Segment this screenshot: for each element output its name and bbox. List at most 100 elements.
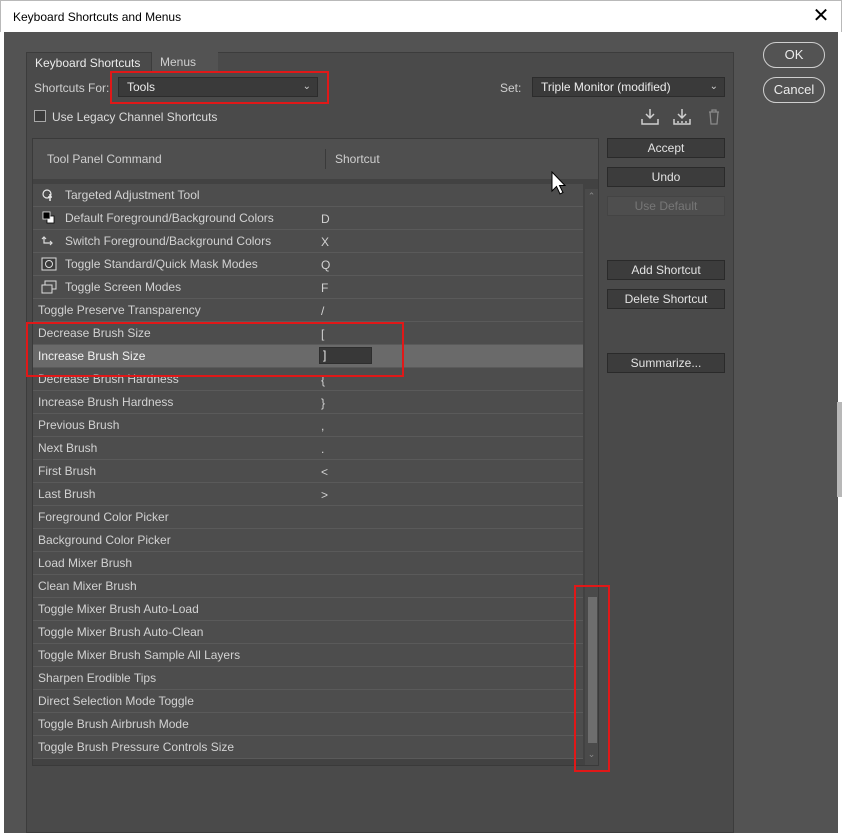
table-row[interactable]: Targeted Adjustment Tool	[33, 184, 583, 207]
scroll-up-icon[interactable]: ⌃	[585, 191, 598, 201]
legacy-channel-label: Use Legacy Channel Shortcuts	[52, 110, 218, 124]
row-shortcut-value: Q	[321, 258, 331, 272]
table-row[interactable]: Toggle Mixer Brush Auto-Clean	[33, 621, 583, 644]
table-row[interactable]: Default Foreground/Background Colors D	[33, 207, 583, 230]
shortcuts-table: Tool Panel Command Shortcut Targeted Adj…	[32, 138, 599, 766]
row-command-label: Previous Brush	[38, 418, 120, 432]
row-command-label: Increase Brush Hardness	[38, 395, 174, 409]
table-row[interactable]: Next Brush.	[33, 437, 583, 460]
table-row[interactable]: Toggle Brush Pressure Controls Size	[33, 736, 583, 759]
save-set-icon[interactable]	[640, 108, 660, 126]
table-row[interactable]: Load Mixer Brush	[33, 552, 583, 575]
row-command-label: Toggle Screen Modes	[65, 280, 182, 294]
row-shortcut-value: >	[321, 488, 329, 502]
row-command-label: Toggle Brush Pressure Controls Size	[38, 740, 235, 754]
row-shortcut-value: F	[321, 281, 329, 295]
row-command-label: Next Brush	[38, 441, 98, 455]
table-row[interactable]: Increase Brush Size]	[33, 345, 583, 368]
table-row[interactable]: Increase Brush Hardness}	[33, 391, 583, 414]
quick-mask-icon	[41, 257, 57, 271]
table-row[interactable]: Last Brush >	[33, 483, 583, 506]
undo-button[interactable]: Undo	[607, 167, 725, 187]
table-row[interactable]: Toggle Preserve Transparency /	[33, 299, 583, 322]
close-icon[interactable]: ✕	[809, 5, 833, 29]
table-row[interactable]: Previous Brush,	[33, 414, 583, 437]
row-command-label: Toggle Mixer Brush Auto-Load	[38, 602, 199, 616]
use-default-button[interactable]: Use Default	[607, 196, 725, 216]
screen-mode-icon	[41, 280, 57, 294]
row-command-label: Switch Foreground/Background Colors	[65, 234, 272, 248]
row-command-label: Toggle Mixer Brush Auto-Clean	[38, 625, 204, 639]
mouse-pointer-icon	[551, 170, 567, 197]
targeted-adjustment-icon	[41, 188, 57, 202]
shortcut-edit-value: ]	[323, 348, 327, 362]
add-shortcut-button[interactable]: Add Shortcut	[607, 260, 725, 280]
tab-keyboard-shortcuts[interactable]: Keyboard Shortcuts	[26, 52, 152, 72]
tab-menus[interactable]: Menus	[152, 52, 218, 72]
column-header-command: Tool Panel Command	[47, 152, 162, 166]
row-command-label: Increase Brush Size	[38, 349, 146, 363]
row-shortcut-value: X	[321, 235, 330, 249]
table-header: Tool Panel Command Shortcut	[33, 139, 598, 179]
window-scrollbar-thumb[interactable]	[837, 402, 842, 497]
table-scrollbar[interactable]: ⌃ ⌄	[585, 189, 598, 765]
row-shortcut-value: .	[321, 442, 325, 456]
accept-button[interactable]: Accept	[607, 138, 725, 158]
switch-colors-icon	[41, 234, 57, 248]
delete-shortcut-button[interactable]: Delete Shortcut	[607, 289, 725, 309]
dialog-body: Keyboard Shortcuts Menus Shortcuts For: …	[4, 32, 838, 833]
table-row[interactable]: Toggle Brush Airbrush Mode	[33, 713, 583, 736]
table-row[interactable]: Toggle Standard/Quick Mask Modes Q	[33, 253, 583, 276]
row-command-label: Load Mixer Brush	[38, 556, 133, 570]
row-shortcut-value: [	[321, 327, 325, 341]
row-command-label: Toggle Mixer Brush Sample All Layers	[38, 648, 241, 662]
legacy-channel-checkbox[interactable]	[34, 110, 46, 122]
row-command-label: Last Brush	[38, 487, 96, 501]
shortcuts-for-select[interactable]: Tools ⌄	[118, 77, 318, 97]
row-command-label: Toggle Preserve Transparency	[38, 303, 201, 317]
shortcuts-for-value: Tools	[127, 80, 156, 94]
table-row[interactable]: Toggle Screen Modes F	[33, 276, 583, 299]
table-row[interactable]: Clean Mixer Brush	[33, 575, 583, 598]
chevron-down-icon: ⌄	[302, 81, 311, 92]
table-row[interactable]: Direct Selection Mode Toggle	[33, 690, 583, 713]
table-row[interactable]: Decrease Brush Hardness {	[33, 368, 583, 391]
column-divider	[325, 149, 326, 169]
row-shortcut-value: ,	[321, 419, 325, 433]
row-shortcut-value: {	[321, 373, 326, 387]
set-value: Triple Monitor (modified)	[541, 80, 671, 94]
set-select[interactable]: Triple Monitor (modified) ⌄	[532, 77, 725, 97]
table-row[interactable]: Background Color Picker	[33, 529, 583, 552]
row-command-label: Decrease Brush Size	[38, 326, 151, 340]
row-command-label: Decrease Brush Hardness	[38, 372, 179, 386]
set-label: Set:	[500, 81, 522, 95]
chevron-down-icon: ⌄	[709, 81, 718, 92]
table-row[interactable]: Foreground Color Picker	[33, 506, 583, 529]
row-command-label: Toggle Standard/Quick Mask Modes	[65, 257, 258, 271]
row-command-label: Foreground Color Picker	[38, 510, 169, 524]
row-shortcut-value: }	[321, 396, 326, 410]
ok-button[interactable]: OK	[763, 42, 825, 68]
row-command-label: Default Foreground/Background Colors	[65, 211, 274, 225]
trash-icon[interactable]	[704, 108, 724, 126]
row-command-label: Targeted Adjustment Tool	[65, 188, 200, 202]
scroll-down-icon[interactable]: ⌄	[585, 749, 598, 759]
summarize-button[interactable]: Summarize...	[607, 353, 725, 373]
table-row[interactable]: Toggle Mixer Brush Sample All Layers	[33, 644, 583, 667]
column-header-shortcut: Shortcut	[335, 152, 380, 166]
window-title: Keyboard Shortcuts and Menus	[13, 10, 182, 24]
scrollbar-thumb[interactable]	[588, 597, 597, 743]
table-rows: Targeted Adjustment Tool Default Foregrou…	[33, 184, 583, 760]
table-row[interactable]: Decrease Brush Size [	[33, 322, 583, 345]
row-shortcut-value: /	[321, 304, 325, 318]
table-row[interactable]: Switch Foreground/Background Colors X	[33, 230, 583, 253]
table-row[interactable]: Toggle Mixer Brush Auto-Load	[33, 598, 583, 621]
shortcut-edit-field[interactable]: ]	[319, 347, 372, 364]
cancel-button[interactable]: Cancel	[763, 77, 825, 103]
window-titlebar: Keyboard Shortcuts and Menus ✕	[0, 0, 842, 32]
table-row[interactable]: First Brush <	[33, 460, 583, 483]
table-row[interactable]: Sharpen Erodible Tips	[33, 667, 583, 690]
row-command-label: Direct Selection Mode Toggle	[38, 694, 194, 708]
save-set-as-icon[interactable]	[672, 108, 692, 126]
row-command-label: Background Color Picker	[38, 533, 171, 547]
